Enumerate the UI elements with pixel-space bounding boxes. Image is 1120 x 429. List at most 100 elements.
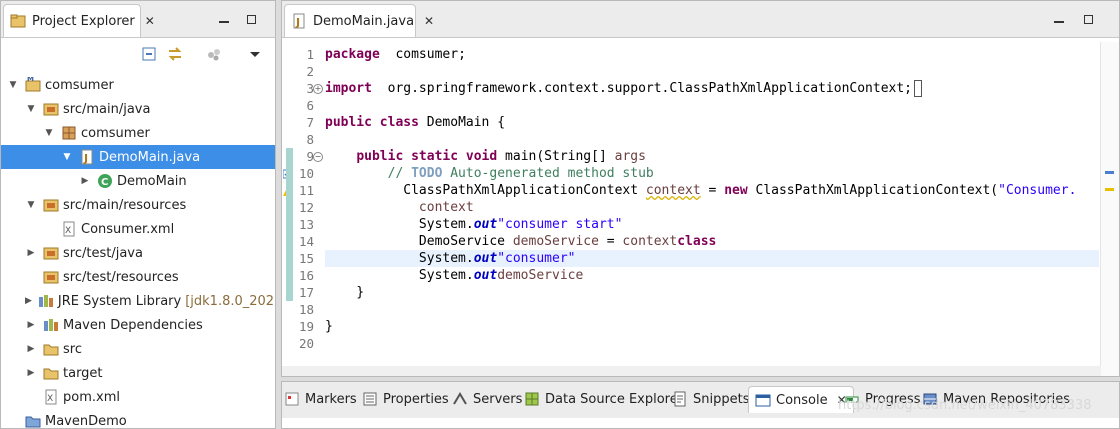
code-area[interactable]: package comsumer; import org.springframew… xyxy=(325,42,1099,376)
project-icon xyxy=(25,413,41,428)
tree-item-label: src/main/resources xyxy=(63,197,187,213)
code-line[interactable] xyxy=(325,131,1099,148)
code-token: main(String[] xyxy=(497,149,615,164)
collapsed-arrow-icon[interactable]: ▶ xyxy=(25,368,37,378)
tree-item[interactable]: src/test/resources xyxy=(1,265,275,289)
expanded-arrow-icon[interactable]: ▼ xyxy=(7,80,19,90)
fold-collapse-icon[interactable]: − xyxy=(313,152,323,162)
collapsed-arrow-icon[interactable]: ▶ xyxy=(25,344,37,354)
collapsed-arrow-icon[interactable]: ▶ xyxy=(25,296,32,306)
code-token: } xyxy=(325,319,333,334)
folded-import-marker[interactable] xyxy=(914,80,923,97)
collapsed-arrow-icon[interactable]: ▶ xyxy=(25,320,37,330)
code-token: static xyxy=(411,149,459,164)
close-icon[interactable]: ✕ xyxy=(424,14,434,28)
code-line[interactable] xyxy=(325,97,1099,114)
tab-project-explorer[interactable]: Project Explorer ✕ xyxy=(3,4,155,37)
tab-markers[interactable]: Markers xyxy=(284,386,357,412)
java-file-icon: J xyxy=(291,13,307,29)
tab-demomain-java[interactable]: J DemoMain.java ✕ xyxy=(284,4,434,37)
view-filter-icon[interactable] xyxy=(206,46,222,62)
minimize-icon[interactable] xyxy=(219,21,229,23)
code-line[interactable]: public class DemoMain { xyxy=(325,114,1099,131)
code-token: public xyxy=(325,115,372,130)
line-number-gutter: 1 2 3 +6 7 8 9−10 11 12 13 14 15 16 17 18 19 20 xyxy=(282,42,323,376)
tree-item[interactable]: X Consumer.xml xyxy=(1,217,275,241)
code-line[interactable]: context xyxy=(325,199,1099,216)
maximize-icon[interactable] xyxy=(1084,15,1093,24)
tree-item[interactable]: ▶ JRE System Library [jdk1.8.0_202] xyxy=(1,289,275,313)
code-token: // xyxy=(325,166,412,181)
tree-item[interactable]: ▶ C DemoMain xyxy=(1,169,275,193)
console-icon xyxy=(755,392,771,408)
code-line[interactable]: public static void main(String[] args xyxy=(325,148,1099,165)
tree-item-label: DemoMain xyxy=(117,173,187,189)
code-line[interactable]: ClassPathXmlApplicationContext context =… xyxy=(325,182,1099,199)
tree-item-label: Maven Dependencies xyxy=(63,317,203,333)
code-token: } xyxy=(325,285,365,300)
library-icon xyxy=(43,317,59,333)
collapsed-arrow-icon[interactable]: ▶ xyxy=(25,248,37,258)
snippets-icon xyxy=(672,391,688,407)
tree-item-label: target xyxy=(63,365,103,381)
code-line[interactable]: System.outdemoService xyxy=(325,267,1099,284)
expanded-arrow-icon[interactable]: ▼ xyxy=(43,128,55,138)
code-line[interactable]: } xyxy=(325,318,1099,335)
maven-project-icon: M xyxy=(25,75,41,93)
collapsed-arrow-icon[interactable]: ▶ xyxy=(79,176,91,186)
overview-ruler[interactable] xyxy=(1100,42,1119,376)
tree-item[interactable]: ▼ Mcomsumer xyxy=(1,73,275,97)
code-line[interactable]: DemoService demoService = contextclass xyxy=(325,233,1099,250)
folder-icon xyxy=(43,341,59,357)
code-line[interactable]: System.out"consumer" xyxy=(325,250,1099,267)
tab-data-source-explorer[interactable]: Data Source Explorer xyxy=(524,386,683,412)
task-marker[interactable] xyxy=(1105,171,1114,174)
line-number: 7 xyxy=(306,115,314,130)
tree-item-label: MavenDemo xyxy=(45,413,127,429)
code-line[interactable]: package comsumer; xyxy=(325,46,1099,63)
code-token: public xyxy=(356,149,404,164)
tab-properties[interactable]: Properties xyxy=(362,386,449,412)
tab-snippets[interactable]: Snippets xyxy=(672,386,749,412)
tab-servers[interactable]: Servers xyxy=(452,386,522,412)
svg-text:J: J xyxy=(83,152,88,165)
tree-item[interactable]: ▶ src xyxy=(1,337,275,361)
tree-item[interactable]: ▼ src/main/java xyxy=(1,97,275,121)
horizontal-scrollbar[interactable] xyxy=(282,366,1101,376)
tree-item[interactable]: ▼ J DemoMain.java xyxy=(1,145,275,169)
link-with-editor-icon[interactable] xyxy=(167,46,183,62)
code-token: = xyxy=(598,234,623,249)
expanded-arrow-icon[interactable]: ▼ xyxy=(61,152,73,162)
tree-item[interactable]: ▶ target xyxy=(1,361,275,385)
code-line[interactable]: // TODO Auto-generated method stub xyxy=(325,165,1099,182)
minimize-icon[interactable] xyxy=(1054,21,1064,23)
tree-item[interactable]: ▼ comsumer xyxy=(1,121,275,145)
tree-item[interactable]: MavenDemo xyxy=(1,409,275,429)
close-icon[interactable]: ✕ xyxy=(145,14,155,28)
source-folder-icon xyxy=(43,101,59,117)
class-icon: C xyxy=(97,173,113,189)
view-menu-icon[interactable] xyxy=(247,46,263,62)
code-line[interactable]: System.out"consumer start" xyxy=(325,216,1099,233)
tree-item-label: comsumer xyxy=(45,77,114,93)
code-line[interactable]: import org.springframework.context.suppo… xyxy=(325,80,1099,97)
code-line[interactable]: } xyxy=(325,284,1099,301)
tree-item[interactable]: ▼ src/main/resources xyxy=(1,193,275,217)
project-explorer-panel: Project Explorer ✕ ▼ Mcomsumer ▼ src/main/j… xyxy=(0,0,276,429)
expanded-arrow-icon[interactable]: ▼ xyxy=(25,104,37,114)
maximize-icon[interactable] xyxy=(247,15,256,24)
code-token: demoService xyxy=(497,268,584,283)
warning-marker[interactable] xyxy=(1105,188,1114,191)
code-line[interactable] xyxy=(325,63,1099,80)
expanded-arrow-icon[interactable]: ▼ xyxy=(25,200,37,210)
fold-expand-icon[interactable]: + xyxy=(313,84,323,94)
code-token: class xyxy=(379,115,419,130)
tree-item[interactable]: Xpom.xml xyxy=(1,385,275,409)
tree-item[interactable]: ▶ src/test/java xyxy=(1,241,275,265)
collapse-all-icon[interactable] xyxy=(141,46,157,62)
tree-item[interactable]: ▶ Maven Dependencies xyxy=(1,313,275,337)
code-line[interactable] xyxy=(325,301,1099,318)
code-token: package xyxy=(325,47,380,62)
data-source-icon xyxy=(524,391,540,407)
code-line[interactable] xyxy=(325,335,1099,352)
